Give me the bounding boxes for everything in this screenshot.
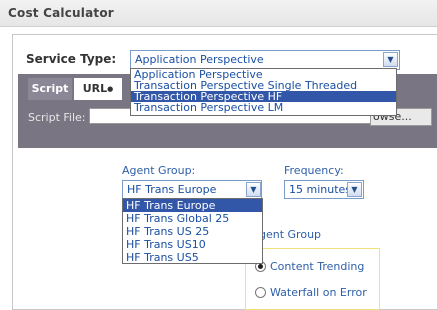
- agent-group-option[interactable]: HF Trans US10: [123, 238, 262, 251]
- options-box: [245, 248, 380, 310]
- service-type-value: Application Perspective: [135, 53, 264, 66]
- waterfall-on-error-label: Waterfall on Error: [270, 286, 367, 299]
- service-type-option[interactable]: Transaction Perspective Single Threaded: [131, 80, 396, 91]
- frequency-value: 15 minutes: [289, 183, 352, 196]
- content-trending-label: Content Trending: [270, 260, 365, 273]
- frequency-label: Frequency:: [284, 164, 344, 177]
- agent-group-option[interactable]: HF Trans US 25: [123, 225, 262, 238]
- chevron-down-icon[interactable]: ▼: [246, 182, 261, 197]
- agent-group-option-label: gent Group: [259, 228, 322, 241]
- service-type-select[interactable]: Application Perspective: [130, 50, 400, 70]
- agent-group-option-highlighted[interactable]: HF Trans Europe: [123, 199, 262, 212]
- chevron-down-icon[interactable]: ▼: [383, 52, 398, 67]
- chevron-down-icon[interactable]: ▼: [347, 182, 362, 197]
- tab-url-indicator-icon: ●: [107, 85, 114, 93]
- script-file-label: Script File:: [28, 111, 86, 124]
- agent-group-value: HF Trans Europe: [127, 183, 217, 196]
- tab-url-label: URL: [82, 82, 108, 95]
- agent-group-dropdown: HF Trans Europe HF Trans Global 25 HF Tr…: [122, 198, 263, 264]
- service-type-option[interactable]: Transaction Perspective LM: [131, 102, 396, 113]
- agent-group-label: Agent Group:: [122, 164, 196, 177]
- agent-group-option[interactable]: HF Trans US5: [123, 251, 262, 264]
- window-title: Cost Calculator: [8, 6, 114, 20]
- waterfall-on-error-radio[interactable]: [255, 287, 266, 298]
- service-type-option-highlighted[interactable]: Transaction Perspective HF: [131, 91, 396, 102]
- service-type-dropdown: Application Perspective Transaction Pers…: [130, 68, 397, 116]
- tab-script[interactable]: Script: [28, 78, 72, 100]
- tab-url[interactable]: URL●: [74, 78, 122, 100]
- service-type-option[interactable]: Application Perspective: [131, 69, 396, 80]
- agent-group-select[interactable]: HF Trans Europe: [122, 180, 262, 199]
- agent-group-option[interactable]: HF Trans Global 25: [123, 212, 262, 225]
- service-type-label: Service Type:: [26, 52, 117, 66]
